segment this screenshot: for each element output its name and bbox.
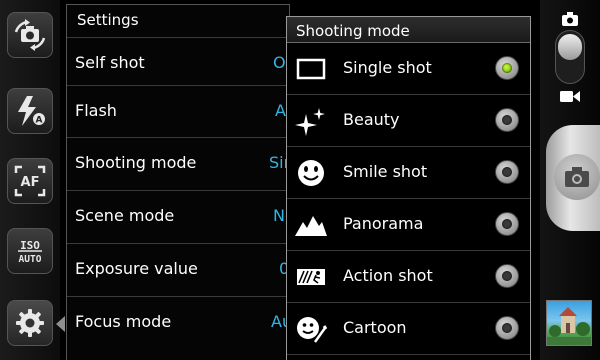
flash-button[interactable]: A <box>7 88 53 134</box>
dialog-title: Shooting mode <box>287 17 530 43</box>
af-text: AF <box>21 175 40 190</box>
mode-label: Action shot <box>343 266 433 285</box>
autofocus-button[interactable]: AF <box>7 158 53 204</box>
camera-mode-icon <box>562 12 578 26</box>
setting-label: Scene mode <box>75 206 175 225</box>
setting-row-focus-mode[interactable]: Focus mode Auto focus <box>67 296 289 348</box>
setting-row-shooting-mode[interactable]: Shooting mode Single shot <box>67 137 289 189</box>
beauty-sparkle-icon <box>295 108 325 136</box>
shutter-button[interactable] <box>546 125 600 231</box>
settings-title: Settings <box>77 11 139 29</box>
radio-selected[interactable] <box>495 56 519 80</box>
settings-button[interactable] <box>7 300 53 346</box>
gear-icon <box>16 309 44 337</box>
iso-auto-icon: ISO AUTO <box>18 239 42 265</box>
action-shot-icon <box>297 269 325 285</box>
setting-label: Shooting mode <box>75 153 197 172</box>
mode-option-action-shot[interactable]: Action shot <box>287 251 530 303</box>
mode-option-smile-shot[interactable]: Smile shot <box>287 147 530 199</box>
last-photo-thumbnail[interactable] <box>546 300 592 346</box>
left-toolbar: A AF ISO AUTO <box>0 0 60 360</box>
selection-pointer <box>56 316 65 332</box>
flash-auto-icon: A <box>18 96 45 126</box>
mode-label: Cartoon <box>343 318 407 337</box>
radio-unselected[interactable] <box>495 316 519 340</box>
iso-button[interactable]: ISO AUTO <box>7 228 53 274</box>
shooting-mode-dialog: Shooting mode Single shot Beauty Smile s… <box>286 16 531 360</box>
shutter-camera-icon <box>565 167 589 187</box>
right-control-bar <box>540 0 600 360</box>
video-mode-icon <box>560 91 580 102</box>
mode-option-beauty[interactable]: Beauty <box>287 95 530 147</box>
panorama-mountain-icon <box>295 216 327 236</box>
mode-option-panorama[interactable]: Panorama <box>287 199 530 251</box>
radio-unselected[interactable] <box>495 212 519 236</box>
auto-text: AUTO <box>19 254 42 265</box>
switch-camera-button[interactable] <box>7 12 53 58</box>
setting-row-scene-mode[interactable]: Scene mode None <box>67 190 289 242</box>
camera-video-switch[interactable] <box>555 30 585 84</box>
switch-knob[interactable] <box>558 34 582 60</box>
radio-unselected[interactable] <box>495 264 519 288</box>
smile-icon <box>298 160 324 186</box>
af-icon: AF <box>14 165 46 197</box>
mode-label: Panorama <box>343 214 424 233</box>
single-shot-icon <box>296 58 326 80</box>
radio-unselected[interactable] <box>495 108 519 132</box>
mode-label: Smile shot <box>343 162 428 181</box>
iso-text: ISO <box>20 239 40 252</box>
cartoon-icon <box>297 317 327 343</box>
mode-label: Beauty <box>343 110 400 129</box>
mode-option-cartoon[interactable]: Cartoon <box>287 303 530 355</box>
svg-text:A: A <box>36 116 43 126</box>
setting-row-flash[interactable]: Flash Auto flash <box>67 85 289 137</box>
setting-label: Self shot <box>75 53 145 72</box>
mode-label: Single shot <box>343 58 432 77</box>
thumbnail-image <box>547 307 591 345</box>
setting-label: Focus mode <box>75 312 172 331</box>
setting-row-self-shot[interactable]: Self shot Off <box>67 37 289 89</box>
setting-label: Flash <box>75 101 117 120</box>
switch-camera-icon <box>14 19 46 51</box>
settings-panel: Settings Self shot Off Flash Auto flash … <box>66 4 290 360</box>
radio-unselected[interactable] <box>495 160 519 184</box>
shutter-inner[interactable] <box>554 154 600 200</box>
setting-row-exposure-value[interactable]: Exposure value 0 <box>67 243 289 295</box>
mode-option-single-shot[interactable]: Single shot <box>287 43 530 95</box>
setting-label: Exposure value <box>75 259 198 278</box>
